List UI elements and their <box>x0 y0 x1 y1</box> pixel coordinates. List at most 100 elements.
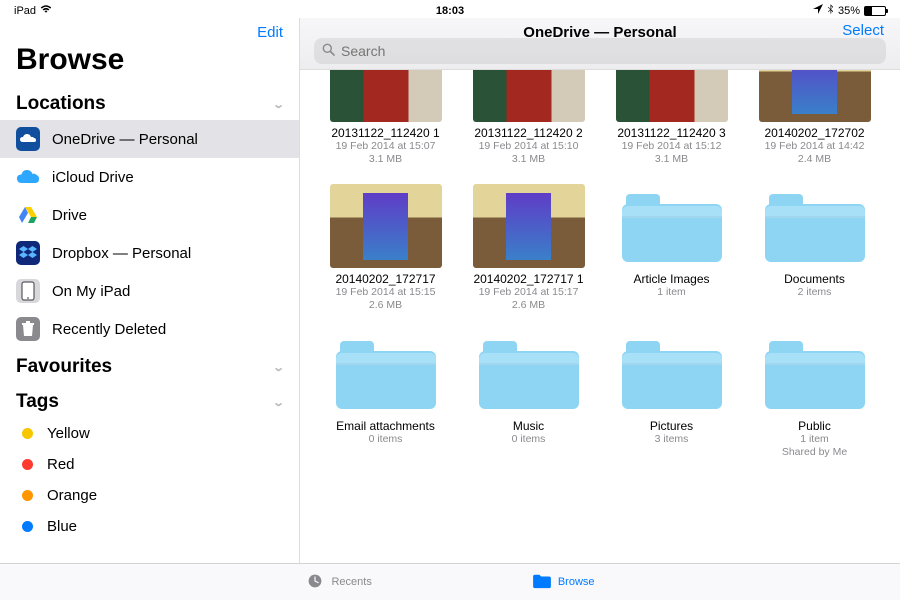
list-item-label: Orange <box>47 487 97 504</box>
select-button[interactable]: Select <box>842 22 884 39</box>
list-item-label: iCloud Drive <box>52 169 134 186</box>
item-name: 20131122_112420 1 <box>320 126 451 140</box>
file-item[interactable]: 20131122_112420 219 Feb 2014 at 15:103.1… <box>463 80 594 166</box>
folder-item[interactable]: Music0 items <box>463 331 594 459</box>
item-name: 20140202_172702 <box>749 126 880 140</box>
sidebar-location-dropbox[interactable]: Dropbox — Personal <box>0 234 299 272</box>
wifi-icon <box>40 4 52 17</box>
locations-header[interactable]: Locations ⌄ <box>0 85 299 120</box>
main-header: OneDrive — Personal Select <box>300 18 900 70</box>
tags-header[interactable]: Tags ⌄ <box>0 383 299 418</box>
list-item-label: Dropbox — Personal <box>52 245 191 262</box>
tab-recents[interactable]: Recents <box>305 573 371 592</box>
file-item[interactable]: 20140202_17270219 Feb 2014 at 14:422.4 M… <box>749 80 880 166</box>
item-meta: 0 items <box>463 433 594 446</box>
sidebar-tag-blue[interactable]: Blue <box>0 511 299 542</box>
item-date: 19 Feb 2014 at 15:15 <box>320 286 451 299</box>
file-item[interactable]: 20131122_112420 319 Feb 2014 at 15:123.1… <box>606 80 737 166</box>
folder-item[interactable]: Documents2 items <box>749 184 880 312</box>
photo-thumbnail <box>330 70 442 122</box>
item-date: 19 Feb 2014 at 14:42 <box>749 140 880 153</box>
list-item-label: Drive <box>52 207 87 224</box>
folder-icon <box>532 573 552 592</box>
list-item-label: OneDrive — Personal <box>52 131 198 148</box>
page-title: Browse <box>0 41 299 85</box>
tags-label: Tags <box>16 391 59 413</box>
tag-dot-icon <box>22 490 33 501</box>
item-meta: 1 item <box>606 286 737 299</box>
item-size: 2.6 MB <box>320 299 451 312</box>
folder-icon <box>616 331 728 415</box>
folder-icon <box>759 331 871 415</box>
folder-icon <box>473 331 585 415</box>
item-meta: 1 item <box>749 433 880 446</box>
photo-thumbnail <box>759 70 871 122</box>
search-input[interactable] <box>341 43 878 59</box>
edit-button[interactable]: Edit <box>257 24 283 41</box>
folder-item[interactable]: Article Images1 item <box>606 184 737 312</box>
sidebar-location-trash[interactable]: Recently Deleted <box>0 310 299 348</box>
item-size: 2.6 MB <box>463 299 594 312</box>
search-field[interactable] <box>314 38 886 64</box>
locations-label: Locations <box>16 93 106 115</box>
item-name: Documents <box>749 272 880 286</box>
item-date: 19 Feb 2014 at 15:17 <box>463 286 594 299</box>
file-grid[interactable]: 20131122_112420 119 Feb 2014 at 15:073.1… <box>300 70 900 563</box>
list-item-label: Yellow <box>47 425 90 442</box>
clock-icon <box>305 573 325 592</box>
search-icon <box>322 43 335 59</box>
favourites-header[interactable]: Favourites ⌄ <box>0 348 299 383</box>
sidebar-tag-red[interactable]: Red <box>0 449 299 480</box>
folder-icon <box>330 331 442 415</box>
photo-thumbnail <box>330 184 442 268</box>
chevron-down-icon: ⌄ <box>272 98 285 111</box>
list-item-label: On My iPad <box>52 283 130 300</box>
location-icon <box>813 4 823 17</box>
sidebar-location-onedrive[interactable]: OneDrive — Personal <box>0 120 299 158</box>
item-name: Article Images <box>606 272 737 286</box>
clock: 18:03 <box>436 5 464 17</box>
item-size: 3.1 MB <box>320 153 451 166</box>
item-name: Public <box>749 419 880 433</box>
list-item-label: Red <box>47 456 75 473</box>
sidebar-tag-yellow[interactable]: Yellow <box>0 418 299 449</box>
item-name: Email attachments <box>320 419 451 433</box>
item-name: 20131122_112420 3 <box>606 126 737 140</box>
folder-icon <box>616 184 728 268</box>
sidebar-location-ipad[interactable]: On My iPad <box>0 272 299 310</box>
sidebar-location-gdrive[interactable]: Drive <box>0 196 299 234</box>
item-size: 3.1 MB <box>606 153 737 166</box>
item-date: 19 Feb 2014 at 15:10 <box>463 140 594 153</box>
item-name: Pictures <box>606 419 737 433</box>
item-name: 20131122_112420 2 <box>463 126 594 140</box>
chevron-down-icon: ⌄ <box>272 361 285 374</box>
tag-dot-icon <box>22 521 33 532</box>
chevron-down-icon: ⌄ <box>272 396 285 409</box>
tab-browse[interactable]: Browse <box>532 573 595 592</box>
device-label: iPad <box>14 5 36 17</box>
folder-item[interactable]: Pictures3 items <box>606 331 737 459</box>
tag-dot-icon <box>22 459 33 470</box>
item-extra: Shared by Me <box>749 446 880 459</box>
tab-bar: Recents Browse <box>0 563 900 600</box>
item-name: 20140202_172717 1 <box>463 272 594 286</box>
tab-recents-label: Recents <box>331 576 371 588</box>
photo-thumbnail <box>473 184 585 268</box>
photo-thumbnail <box>616 70 728 122</box>
folder-item[interactable]: Public1 itemShared by Me <box>749 331 880 459</box>
file-item[interactable]: 20131122_112420 119 Feb 2014 at 15:073.1… <box>320 80 451 166</box>
photo-thumbnail <box>473 70 585 122</box>
file-item[interactable]: 20140202_172717 119 Feb 2014 at 15:172.6… <box>463 184 594 312</box>
item-size: 2.4 MB <box>749 153 880 166</box>
item-name: Music <box>463 419 594 433</box>
sidebar-location-icloud[interactable]: iCloud Drive <box>0 158 299 196</box>
favourites-label: Favourites <box>16 356 112 378</box>
main-panel: OneDrive — Personal Select 20131122_1124… <box>300 18 900 563</box>
sidebar-tag-orange[interactable]: Orange <box>0 480 299 511</box>
item-meta: 3 items <box>606 433 737 446</box>
item-meta: 0 items <box>320 433 451 446</box>
item-date: 19 Feb 2014 at 15:07 <box>320 140 451 153</box>
file-item[interactable]: 20140202_17271719 Feb 2014 at 15:152.6 M… <box>320 184 451 312</box>
battery-icon <box>864 6 886 16</box>
folder-item[interactable]: Email attachments0 items <box>320 331 451 459</box>
